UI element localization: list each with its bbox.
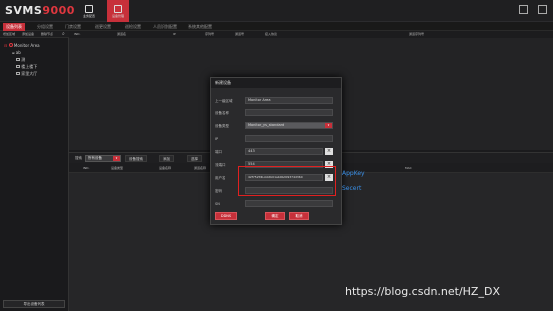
field-label: 设备名称: [215, 111, 229, 115]
device-node-icon: [16, 65, 20, 68]
tab-group-settings[interactable]: 分组设置: [34, 23, 56, 31]
col-serial: 序列号: [205, 32, 215, 36]
area-icon: [8, 43, 13, 47]
tree-root-label: Monitor Area: [13, 43, 40, 48]
tab-patrol-settings[interactable]: 巡更设置: [92, 23, 114, 31]
tree-item[interactable]: 楼上楼下: [16, 64, 37, 70]
field-label: 设备类型: [215, 124, 229, 128]
device-icon: [114, 4, 122, 13]
tab-system-other[interactable]: 系统其他配置: [185, 23, 215, 31]
field-label: SN: [215, 202, 220, 206]
tree-root[interactable]: ⊟ Monitor Area: [4, 43, 40, 48]
col-device-name: 设备名称: [159, 166, 172, 170]
tree-item-label: ab: [15, 50, 21, 55]
device-name-field[interactable]: [245, 109, 333, 116]
device-filter-value: 所有设备: [88, 156, 102, 160]
device-management-label: 设备管理: [111, 13, 124, 18]
search-icon[interactable]: ⌕: [62, 31, 65, 38]
window-controls: [519, 5, 547, 14]
appkey-annotation: AppKey: [342, 170, 365, 177]
field-label: IP: [215, 137, 219, 141]
parent-area-field[interactable]: Monitor Area: [245, 97, 333, 104]
search-label: 搜索: [75, 156, 82, 160]
export-device-list-button[interactable]: 导出设备列表: [3, 300, 65, 308]
chevron-down-icon: ▾: [325, 123, 332, 128]
field-label: 密码: [215, 189, 222, 193]
field-label: 端口: [215, 150, 222, 154]
ddns-button[interactable]: DDNS: [215, 212, 237, 220]
field-label: 流端口: [215, 163, 226, 167]
area-tree-panel: ⊟ Monitor Area ⊞ ab 测 楼上楼下 家里大厅: [0, 38, 69, 311]
tree-item[interactable]: 测: [16, 57, 25, 63]
tree-item[interactable]: ⊞ ab: [12, 50, 21, 55]
field-label: 用户名: [215, 176, 226, 180]
device-management-button[interactable]: 设备管理: [107, 0, 129, 22]
add-area-button[interactable]: 增加区域: [3, 31, 15, 38]
col-channel-name: 通道名: [117, 32, 127, 36]
device-type-select[interactable]: Monitor_ys_standard ▾: [245, 122, 333, 129]
top-bar: SVMS9000 业务配置 设备管理: [0, 0, 553, 22]
maximize-icon[interactable]: [538, 5, 547, 14]
col-protocol: 接入协议: [265, 32, 278, 36]
tree-item-label: 楼上楼下: [21, 64, 38, 69]
select-button[interactable]: 选择: [187, 155, 202, 162]
device-search-button[interactable]: 设备搜索: [125, 155, 147, 162]
device-node-icon: [16, 72, 20, 75]
clear-icon[interactable]: ×: [325, 148, 333, 155]
col-channel-no: 通道号: [235, 32, 245, 36]
dialog-title: 新建设备: [211, 78, 341, 88]
ip-field[interactable]: [245, 135, 333, 142]
tab-inspection-settings[interactable]: 巡检设置: [122, 23, 144, 31]
col-mac: MAC: [405, 166, 412, 170]
tree-item-label: 家里大厅: [21, 71, 38, 76]
secret-annotation: Secert: [342, 185, 362, 192]
new-device-dialog: 新建设备 上一级区域 Monitor Area 设备名称 设备类型 Monito…: [210, 77, 342, 225]
business-config-label: 业务配置: [82, 13, 95, 18]
col-channel-serial: 通道序列号: [409, 32, 425, 36]
col-ind: IND.: [83, 166, 90, 170]
ok-button[interactable]: 确定: [265, 212, 285, 220]
device-filter-select[interactable]: 所有设备 ▾: [85, 155, 121, 162]
sn-field[interactable]: [245, 200, 333, 207]
field-label: 上一级区域: [215, 99, 233, 103]
device-table-header: IND. 通道名 IP 序列号 通道号 接入协议 通道序列号: [69, 31, 553, 38]
device-node-icon: [16, 58, 20, 61]
watermark: https://blog.csdn.net/HZ_DX: [345, 285, 500, 298]
add-button[interactable]: 添加: [159, 155, 174, 162]
tab-person-recognition[interactable]: 人员识别配置: [150, 23, 180, 31]
device-type-value: Monitor_ys_standard: [248, 123, 285, 127]
config-icon: [85, 4, 93, 13]
exit-icon[interactable]: [519, 5, 528, 14]
cancel-button[interactable]: 取消: [289, 212, 309, 220]
tab-access-settings[interactable]: 门禁设置: [62, 23, 84, 31]
business-config-button[interactable]: 业务配置: [78, 0, 100, 22]
tree-item[interactable]: 家里大厅: [16, 71, 37, 77]
app-window: SVMS9000 业务配置 设备管理 设备列表 分组设置 门禁设置 巡更设置 巡…: [0, 0, 553, 311]
tab-device-list[interactable]: 设备列表: [3, 23, 25, 31]
col-ip: IP: [173, 32, 176, 36]
add-device-button[interactable]: 添加设备: [22, 31, 34, 38]
tree-toggle-icon: ⊟: [4, 43, 8, 48]
chevron-down-icon: ▾: [113, 156, 120, 161]
port-field[interactable]: 443: [245, 148, 323, 155]
col-ind: IND.: [74, 32, 81, 36]
tree-item-label: 测: [21, 57, 26, 62]
nav-tabs: 设备列表 分组设置 门禁设置 巡更设置 巡检设置 人员识别配置 系统其他配置: [0, 22, 553, 31]
col-channel-name: 通道名称: [194, 166, 207, 170]
col-device-type: 设备类型: [111, 166, 124, 170]
app-logo: SVMS9000: [5, 4, 75, 17]
highlight-box: [238, 166, 336, 196]
delete-node-button[interactable]: 删除节点: [41, 31, 53, 38]
